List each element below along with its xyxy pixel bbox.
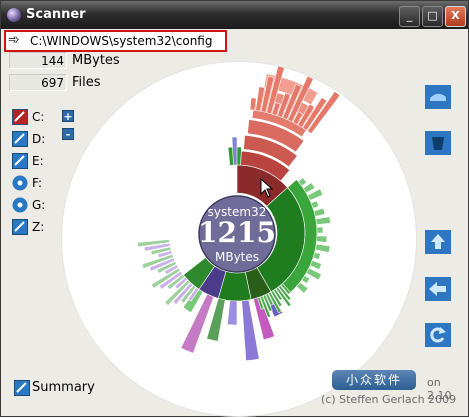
- sunburst-segment[interactable]: [309, 259, 322, 271]
- center-unit: MBytes: [214, 250, 260, 264]
- sunburst-segment[interactable]: [316, 235, 328, 243]
- sunburst-segment[interactable]: [314, 243, 331, 253]
- mouse-cursor-icon: [260, 178, 274, 198]
- scanner-window: Scanner _ □ X ➾ C:\WINDOWS\system32\conf…: [0, 0, 469, 417]
- sunburst-segment[interactable]: [312, 251, 321, 260]
- sunburst-segment[interactable]: [227, 300, 238, 326]
- sunburst-segment[interactable]: [316, 226, 324, 234]
- copyright-label: (c) Steffen Gerlach 2009: [321, 393, 457, 406]
- sunburst-segment[interactable]: [315, 216, 331, 225]
- sunburst-segment[interactable]: [313, 207, 326, 217]
- sunburst-segment[interactable]: [302, 182, 316, 194]
- summary-icon: [14, 380, 30, 396]
- center-size: 1215: [198, 216, 276, 249]
- summary-label: Summary: [32, 380, 95, 395]
- watermark-badge: 小众软件: [332, 370, 416, 390]
